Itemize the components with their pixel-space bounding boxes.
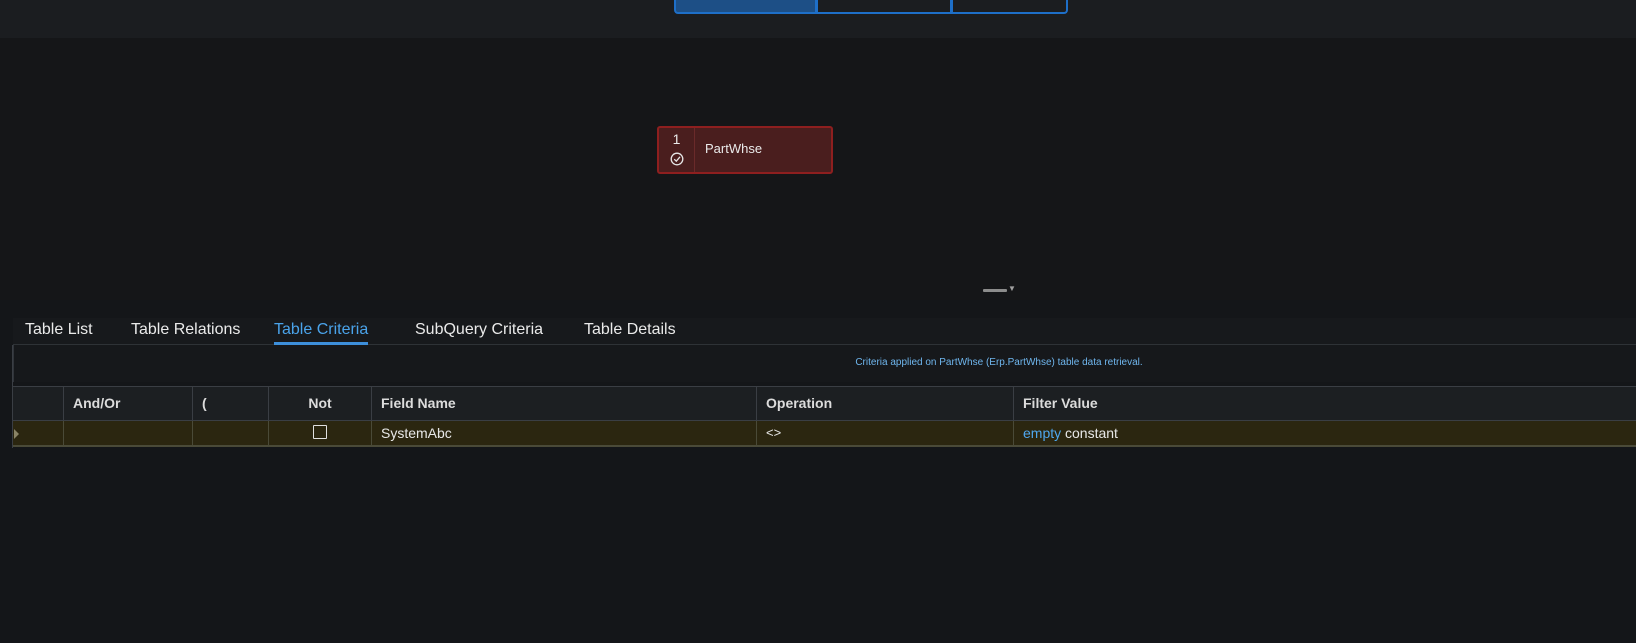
column-header-selector	[13, 387, 64, 420]
view-segment-2[interactable]	[816, 0, 952, 14]
node-number: 1	[672, 131, 681, 147]
table-row[interactable]: SystemAbc <> empty constant	[13, 421, 1636, 447]
cell-open-paren[interactable]	[193, 421, 269, 445]
bottom-tabs: Table List Table Relations Table Criteri…	[13, 318, 1636, 345]
view-segment-1[interactable]	[674, 0, 817, 14]
splitter-dropdown-icon[interactable]: ▼	[1008, 284, 1016, 293]
criteria-caption-bar: Criteria applied on PartWhse (Erp.PartWh…	[13, 345, 1636, 382]
criteria-grid-header: And/Or ( Not Field Name Operation Filter…	[13, 386, 1636, 421]
node-badge: 1	[659, 128, 695, 172]
cell-filter-value[interactable]: empty constant	[1014, 421, 1636, 445]
row-selector[interactable]	[13, 421, 64, 445]
not-checkbox[interactable]	[313, 425, 327, 439]
column-header-operation[interactable]: Operation	[757, 387, 1014, 420]
column-header-field-name[interactable]: Field Name	[372, 387, 757, 420]
criteria-caption: Criteria applied on PartWhse (Erp.PartWh…	[855, 357, 1143, 368]
cell-not[interactable]	[269, 421, 372, 445]
diagram-table-node[interactable]: 1 PartWhse	[657, 126, 833, 174]
cell-and-or[interactable]	[64, 421, 193, 445]
column-header-open-paren[interactable]: (	[193, 387, 269, 420]
column-header-and-or[interactable]: And/Or	[64, 387, 193, 420]
column-header-not[interactable]: Not	[269, 387, 372, 420]
tab-table-details[interactable]: Table Details	[584, 321, 676, 342]
check-circle-icon	[670, 152, 684, 166]
cell-operation[interactable]: <>	[757, 421, 1014, 445]
panel-splitter-handle[interactable]	[983, 289, 1007, 292]
row-indicator-icon	[14, 429, 19, 439]
filter-value-link[interactable]: empty	[1023, 425, 1061, 441]
tab-table-relations[interactable]: Table Relations	[131, 321, 240, 342]
column-header-filter-value[interactable]: Filter Value	[1014, 387, 1636, 420]
cell-field-name[interactable]: SystemAbc	[372, 421, 757, 445]
tab-table-list[interactable]: Table List	[25, 321, 93, 342]
view-segment-3[interactable]	[951, 0, 1068, 14]
tab-subquery-criteria[interactable]: SubQuery Criteria	[415, 321, 543, 342]
node-table-name: PartWhse	[705, 141, 763, 156]
tab-table-criteria[interactable]: Table Criteria	[274, 321, 369, 345]
filter-value-type: constant	[1065, 425, 1118, 441]
top-toolbar	[0, 0, 1636, 38]
